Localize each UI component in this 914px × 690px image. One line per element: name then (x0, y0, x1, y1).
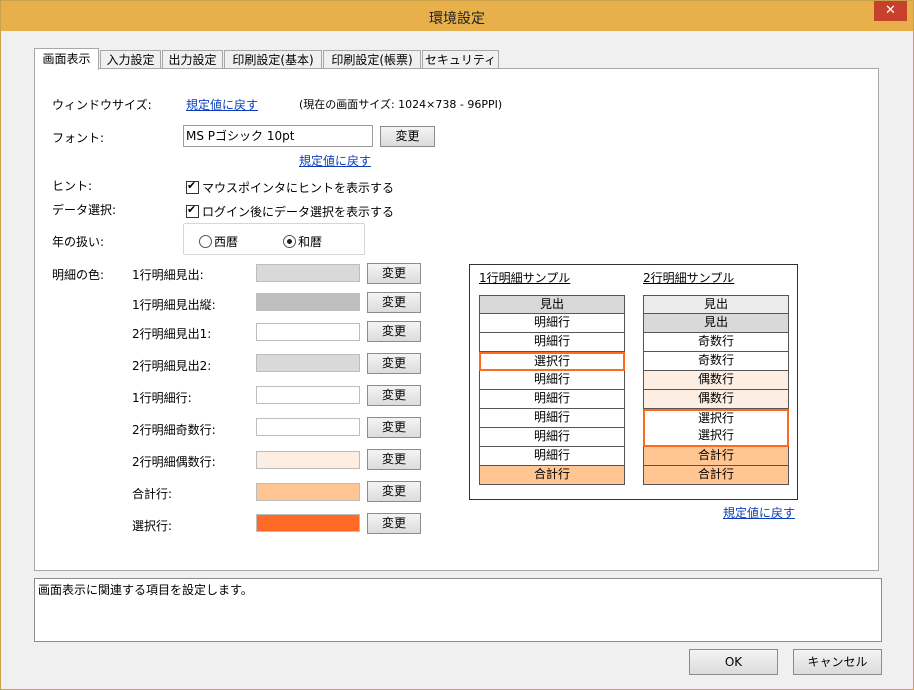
font-reset-link[interactable]: 規定値に戻す (299, 152, 371, 169)
color-swatch-2line-header1 (256, 323, 360, 341)
tab-print-forms[interactable]: 印刷設定(帳票) (323, 50, 421, 69)
current-screen-size: (現在の画面サイズ: 1024×738 - 96PPI) (299, 98, 503, 111)
color-change-button-total[interactable]: 変更 (367, 481, 421, 502)
sample2-row: 偶数行 (643, 371, 789, 390)
color-label-1line-header-vertical: 1行明細見出縦: (132, 298, 216, 312)
year-western-radio[interactable]: 西暦 (199, 233, 238, 250)
sample1-row: 明細行 (479, 447, 625, 466)
sample-reset-link[interactable]: 規定値に戻す (723, 504, 795, 521)
color-label-total: 合計行: (132, 487, 173, 501)
color-change-button-2line-header2[interactable]: 変更 (367, 353, 421, 374)
color-swatch-2line-even (256, 451, 360, 469)
sample1-row-selected: 選択行 (479, 352, 625, 371)
sample1-row: 明細行 (479, 409, 625, 428)
settings-dialog: 環境設定 ✕ 画面表示 入力設定 出力設定 印刷設定(基本) 印刷設定(帳票) … (0, 0, 914, 690)
sample2-table: 見出 見出 奇数行 奇数行 偶数行 偶数行 選択行 選択行 合計行 合計行 (643, 295, 789, 485)
title-bar[interactable]: 環境設定 ✕ (1, 1, 913, 31)
hint-checkbox[interactable]: マウスポインタにヒントを表示する (186, 179, 394, 196)
color-label-2line-odd: 2行明細奇数行: (132, 423, 216, 437)
hint-label: ヒント: (52, 179, 93, 193)
sample2-row: 奇数行 (643, 352, 789, 371)
color-swatch-total (256, 483, 360, 501)
radio-unselected-icon (199, 235, 212, 248)
checkbox-checked-icon (186, 203, 199, 218)
data-select-checkbox-label: ログイン後にデータ選択を表示する (202, 205, 395, 219)
ok-button[interactable]: OK (689, 649, 778, 675)
color-change-button-1line-row[interactable]: 変更 (367, 385, 421, 406)
sample2-row: 奇数行 (643, 333, 789, 352)
window-size-label: ウィンドウサイズ: (52, 98, 152, 112)
sample2-row-selected: 選択行 (643, 428, 789, 447)
color-label-selected: 選択行: (132, 519, 173, 533)
sample1-row: 明細行 (479, 371, 625, 390)
color-swatch-selected (256, 514, 360, 532)
sample2-row-total: 合計行 (643, 447, 789, 466)
color-label-2line-header2: 2行明細見出2: (132, 359, 212, 373)
sample1-row: 明細行 (479, 333, 625, 352)
sample2-row: 見出 (643, 295, 789, 314)
color-change-button-1line-header-vertical[interactable]: 変更 (367, 292, 421, 313)
data-select-checkbox[interactable]: ログイン後にデータ選択を表示する (186, 203, 394, 220)
window-title: 環境設定 (429, 11, 485, 27)
tab-input[interactable]: 入力設定 (100, 50, 161, 69)
font-field[interactable]: MS Pゴシック 10pt (183, 125, 373, 147)
sample1-row-total: 合計行 (479, 466, 625, 485)
sample1-row: 見出 (479, 295, 625, 314)
sample1-title: 1行明細サンプル (479, 271, 571, 285)
window-size-reset-link[interactable]: 規定値に戻す (186, 96, 258, 113)
description-box: 画面表示に関連する項目を設定します。 (34, 578, 882, 642)
close-button[interactable]: ✕ (874, 1, 907, 21)
color-swatch-2line-header2 (256, 354, 360, 372)
data-select-label: データ選択: (52, 203, 117, 217)
color-swatch-1line-header-vertical (256, 293, 360, 311)
tab-print-basic[interactable]: 印刷設定(基本) (224, 50, 322, 69)
tab-security[interactable]: セキュリティ (422, 50, 499, 69)
color-label-2line-even: 2行明細偶数行: (132, 455, 216, 469)
tab-output[interactable]: 出力設定 (162, 50, 223, 69)
sample2-row-selected: 選択行 (643, 409, 789, 428)
color-label-1line-row: 1行明細行: (132, 391, 192, 405)
color-change-button-2line-even[interactable]: 変更 (367, 449, 421, 470)
font-change-button[interactable]: 変更 (380, 126, 435, 147)
color-change-button-2line-odd[interactable]: 変更 (367, 417, 421, 438)
color-label-2line-header1: 2行明細見出1: (132, 327, 212, 341)
hint-checkbox-label: マウスポインタにヒントを表示する (202, 181, 395, 195)
cancel-button[interactable]: キャンセル (793, 649, 882, 675)
sample2-title: 2行明細サンプル (643, 271, 735, 285)
detail-color-label: 明細の色: (52, 268, 105, 282)
color-label-1line-header: 1行明細見出: (132, 268, 204, 282)
sample1-table: 見出 明細行 明細行 選択行 明細行 明細行 明細行 明細行 明細行 合計行 (479, 295, 625, 485)
year-western-label: 西暦 (214, 235, 239, 249)
color-change-button-selected[interactable]: 変更 (367, 513, 421, 534)
radio-selected-icon (283, 235, 296, 248)
year-japanese-radio[interactable]: 和暦 (283, 233, 322, 250)
color-swatch-2line-odd (256, 418, 360, 436)
sample2-row: 偶数行 (643, 390, 789, 409)
font-label: フォント: (52, 131, 105, 145)
sample1-row: 明細行 (479, 314, 625, 333)
sample1-row: 明細行 (479, 390, 625, 409)
checkbox-checked-icon (186, 179, 199, 194)
color-swatch-1line-header (256, 264, 360, 282)
sample2-row: 見出 (643, 314, 789, 333)
color-change-button-1line-header[interactable]: 変更 (367, 263, 421, 284)
color-swatch-1line-row (256, 386, 360, 404)
sample1-row: 明細行 (479, 428, 625, 447)
color-change-button-2line-header1[interactable]: 変更 (367, 321, 421, 342)
sample2-row-total: 合計行 (643, 466, 789, 485)
year-label: 年の扱い: (52, 235, 105, 249)
tab-display[interactable]: 画面表示 (34, 48, 99, 70)
year-japanese-label: 和暦 (298, 235, 323, 249)
